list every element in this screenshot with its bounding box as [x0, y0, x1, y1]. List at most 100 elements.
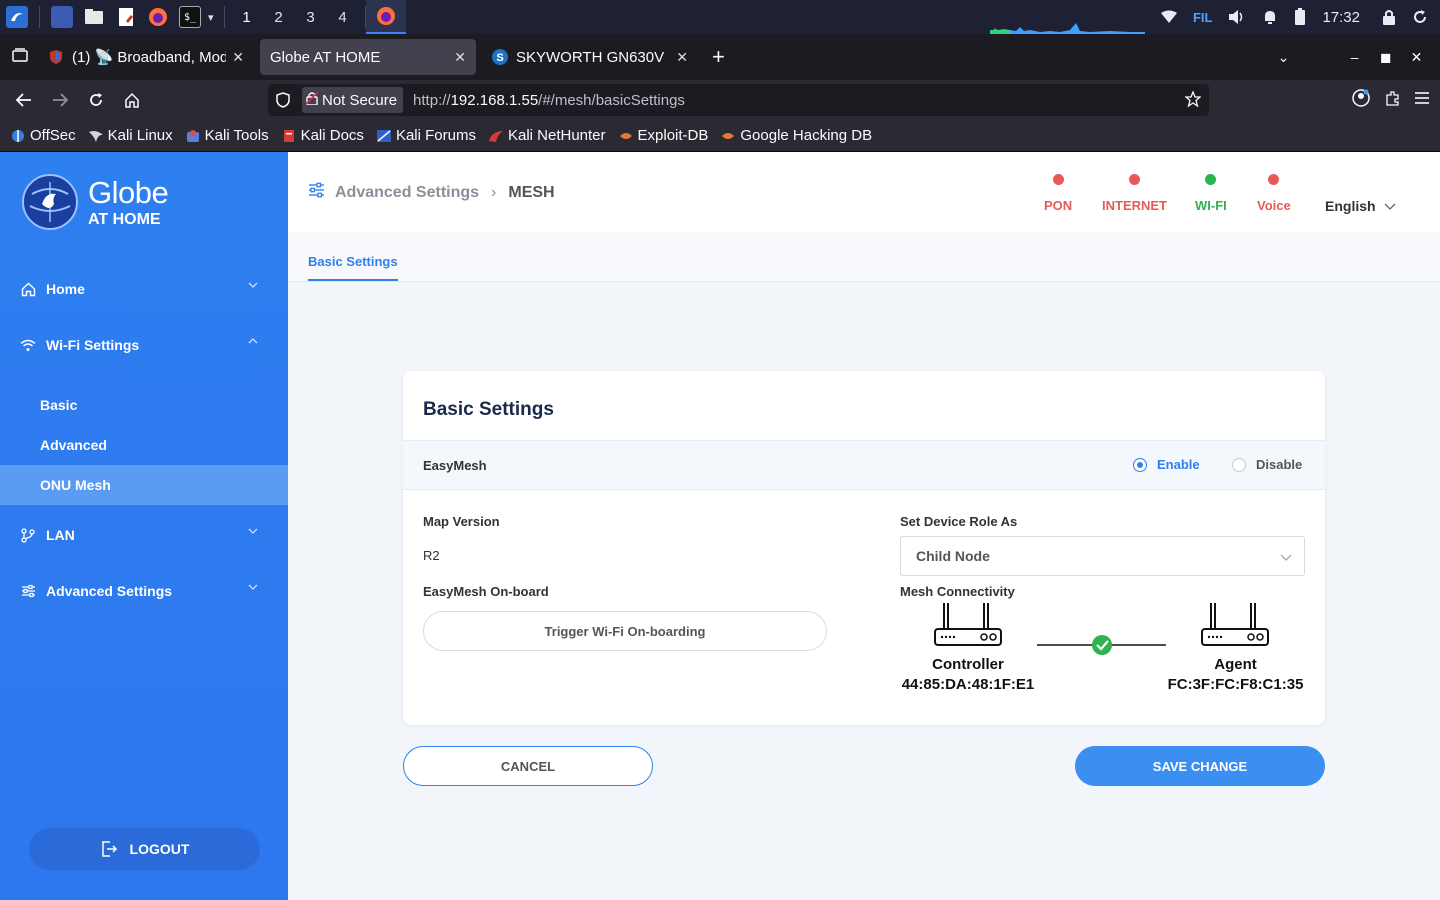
check-circle-icon: [1092, 635, 1112, 655]
bookmark-star-icon[interactable]: [1184, 90, 1202, 111]
file-manager-icon[interactable]: [83, 6, 105, 28]
account-icon[interactable]: [1352, 88, 1370, 112]
home-button[interactable]: [114, 84, 150, 116]
firefox-window-button[interactable]: [365, 0, 406, 34]
easymesh-enable-radio[interactable]: Enable: [1133, 457, 1200, 472]
bookmark-kali-docs[interactable]: Kali Docs: [281, 127, 364, 144]
not-secure-badge[interactable]: Not Secure: [302, 87, 404, 113]
browser-nav-bar: Not Secure http://192.168.1.55/#/mesh/ba…: [0, 80, 1440, 120]
sidebar-item-lan[interactable]: LAN: [0, 513, 288, 557]
home-icon: [20, 281, 36, 297]
status-dot: [1052, 174, 1064, 185]
extensions-icon[interactable]: [1384, 90, 1400, 111]
new-tab-button[interactable]: +: [712, 44, 725, 70]
workspace-2[interactable]: 2: [263, 9, 295, 26]
close-window-button[interactable]: ✕: [1401, 49, 1432, 66]
volume-icon[interactable]: [1228, 9, 1246, 25]
easymesh-row: EasyMesh Enable Disable: [403, 440, 1325, 490]
back-button[interactable]: [6, 84, 42, 116]
bookmark-label: Kali Docs: [300, 127, 364, 144]
kali-docs-icon: [281, 128, 297, 144]
chevron-down-icon: [248, 528, 258, 534]
sidebar-subitem-basic[interactable]: Basic: [0, 385, 288, 425]
bookmark-exploit-db[interactable]: Exploit-DB: [618, 127, 708, 144]
chevron-down-icon: [248, 584, 258, 590]
close-icon[interactable]: ✕: [232, 49, 244, 66]
chevron-down-icon[interactable]: ▾: [208, 11, 214, 24]
close-icon[interactable]: ✕: [676, 49, 688, 66]
wifi-icon[interactable]: [1160, 10, 1177, 24]
close-icon[interactable]: ✕: [454, 49, 466, 66]
forward-button[interactable]: [42, 84, 78, 116]
sidebar-item-advanced-settings[interactable]: Advanced Settings: [0, 569, 288, 613]
firefox-icon: [376, 7, 395, 25]
tab-basic-settings[interactable]: Basic Settings: [308, 254, 398, 281]
sidebar-item-wifi-settings[interactable]: Wi-Fi Settings: [0, 323, 288, 367]
kali-menu-icon[interactable]: [6, 6, 28, 28]
terminal-icon[interactable]: $_: [179, 6, 201, 28]
map-version-value: R2: [423, 548, 440, 563]
text-editor-icon[interactable]: [115, 6, 137, 28]
url-bar[interactable]: Not Secure http://192.168.1.55/#/mesh/ba…: [268, 84, 1209, 116]
svg-text:S: S: [496, 52, 503, 64]
offsec-icon: [10, 128, 26, 144]
chevron-down-icon: [1384, 203, 1396, 210]
desktop-icon[interactable]: [51, 6, 73, 28]
status-label: WI-FI: [1195, 198, 1227, 213]
bookmark-kali-nethunter[interactable]: Kali NetHunter: [488, 127, 606, 144]
globe-logo-icon: [22, 174, 78, 230]
tab-overview-icon[interactable]: [12, 48, 28, 66]
lock-warning-icon: [305, 91, 319, 109]
language-select[interactable]: English: [1325, 198, 1396, 214]
globe-logo[interactable]: Globe AT HOME: [22, 174, 169, 230]
maximize-button[interactable]: ◼: [1370, 49, 1401, 66]
tracking-protection-icon[interactable]: [276, 92, 290, 112]
clock[interactable]: 17:32: [1322, 9, 1360, 26]
workspace-4[interactable]: 4: [327, 9, 359, 26]
tab-broadband[interactable]: (1) 📡 Broadband, Modem ✕: [38, 39, 254, 75]
mesh-connectivity-label: Mesh Connectivity: [900, 584, 1015, 599]
notification-bell-icon[interactable]: [1262, 9, 1278, 25]
url-prefix: http://: [413, 91, 451, 109]
reload-button[interactable]: [78, 84, 114, 116]
list-all-tabs-icon[interactable]: ⌄: [1268, 49, 1299, 66]
bookmark-kali-linux[interactable]: Kali Linux: [88, 127, 173, 144]
sidebar-item-home[interactable]: Home: [0, 267, 288, 311]
workspace-3[interactable]: 3: [295, 9, 327, 26]
brand-subtitle: AT HOME: [88, 210, 161, 228]
breadcrumb-parent[interactable]: Advanced Settings: [335, 184, 479, 202]
kali-tools-icon: [185, 128, 201, 144]
save-change-button[interactable]: SAVE CHANGE: [1075, 746, 1325, 786]
firefox-icon[interactable]: [147, 6, 169, 28]
status-internet: INTERNET: [1102, 174, 1167, 213]
cancel-button[interactable]: CANCEL: [403, 746, 653, 786]
bookmark-kali-tools[interactable]: Kali Tools: [185, 127, 269, 144]
device-role-select[interactable]: Child Node: [900, 536, 1305, 576]
sidebar-subitem-onu-mesh[interactable]: ONU Mesh: [0, 465, 288, 505]
hamburger-menu-icon[interactable]: [1414, 91, 1430, 110]
easymesh-onboard-label: EasyMesh On-board: [423, 584, 549, 599]
sidebar-subitem-advanced[interactable]: Advanced: [0, 425, 288, 465]
kali-dragon-icon: [88, 128, 104, 144]
trigger-wifi-onboarding-button[interactable]: Trigger Wi-Fi On-boarding: [423, 611, 827, 651]
bookmark-offsec[interactable]: OffSec: [10, 127, 76, 144]
easymesh-disable-radio[interactable]: Disable: [1232, 457, 1302, 472]
logout-button[interactable]: LOGOUT: [29, 828, 260, 870]
lock-screen-icon[interactable]: [1382, 9, 1396, 25]
bookmark-kali-forums[interactable]: Kali Forums: [376, 127, 476, 144]
tab-globe-at-home[interactable]: Globe AT HOME ✕: [260, 39, 476, 75]
bookmark-google-hacking-db[interactable]: Google Hacking DB: [720, 127, 872, 144]
controller-name: Controller: [932, 656, 1004, 673]
language-value: English: [1325, 198, 1376, 214]
radio-unchecked-icon: [1232, 457, 1246, 472]
browser-tab-bar: (1) 📡 Broadband, Modem ✕ Globe AT HOME ✕…: [0, 34, 1440, 80]
tab-title: SKYWORTH GN630V: [516, 48, 665, 66]
workspace-1[interactable]: 1: [231, 9, 263, 26]
breadcrumb: Advanced Settings › MESH: [308, 182, 555, 203]
power-restart-icon[interactable]: [1412, 9, 1428, 25]
keyboard-layout-indicator[interactable]: FIL: [1193, 10, 1213, 25]
url-text[interactable]: http://192.168.1.55/#/mesh/basicSettings: [413, 92, 685, 109]
battery-icon[interactable]: [1294, 8, 1306, 26]
tab-skyworth[interactable]: S SKYWORTH GN630V ✕: [482, 39, 698, 75]
minimize-button[interactable]: –: [1339, 49, 1370, 65]
